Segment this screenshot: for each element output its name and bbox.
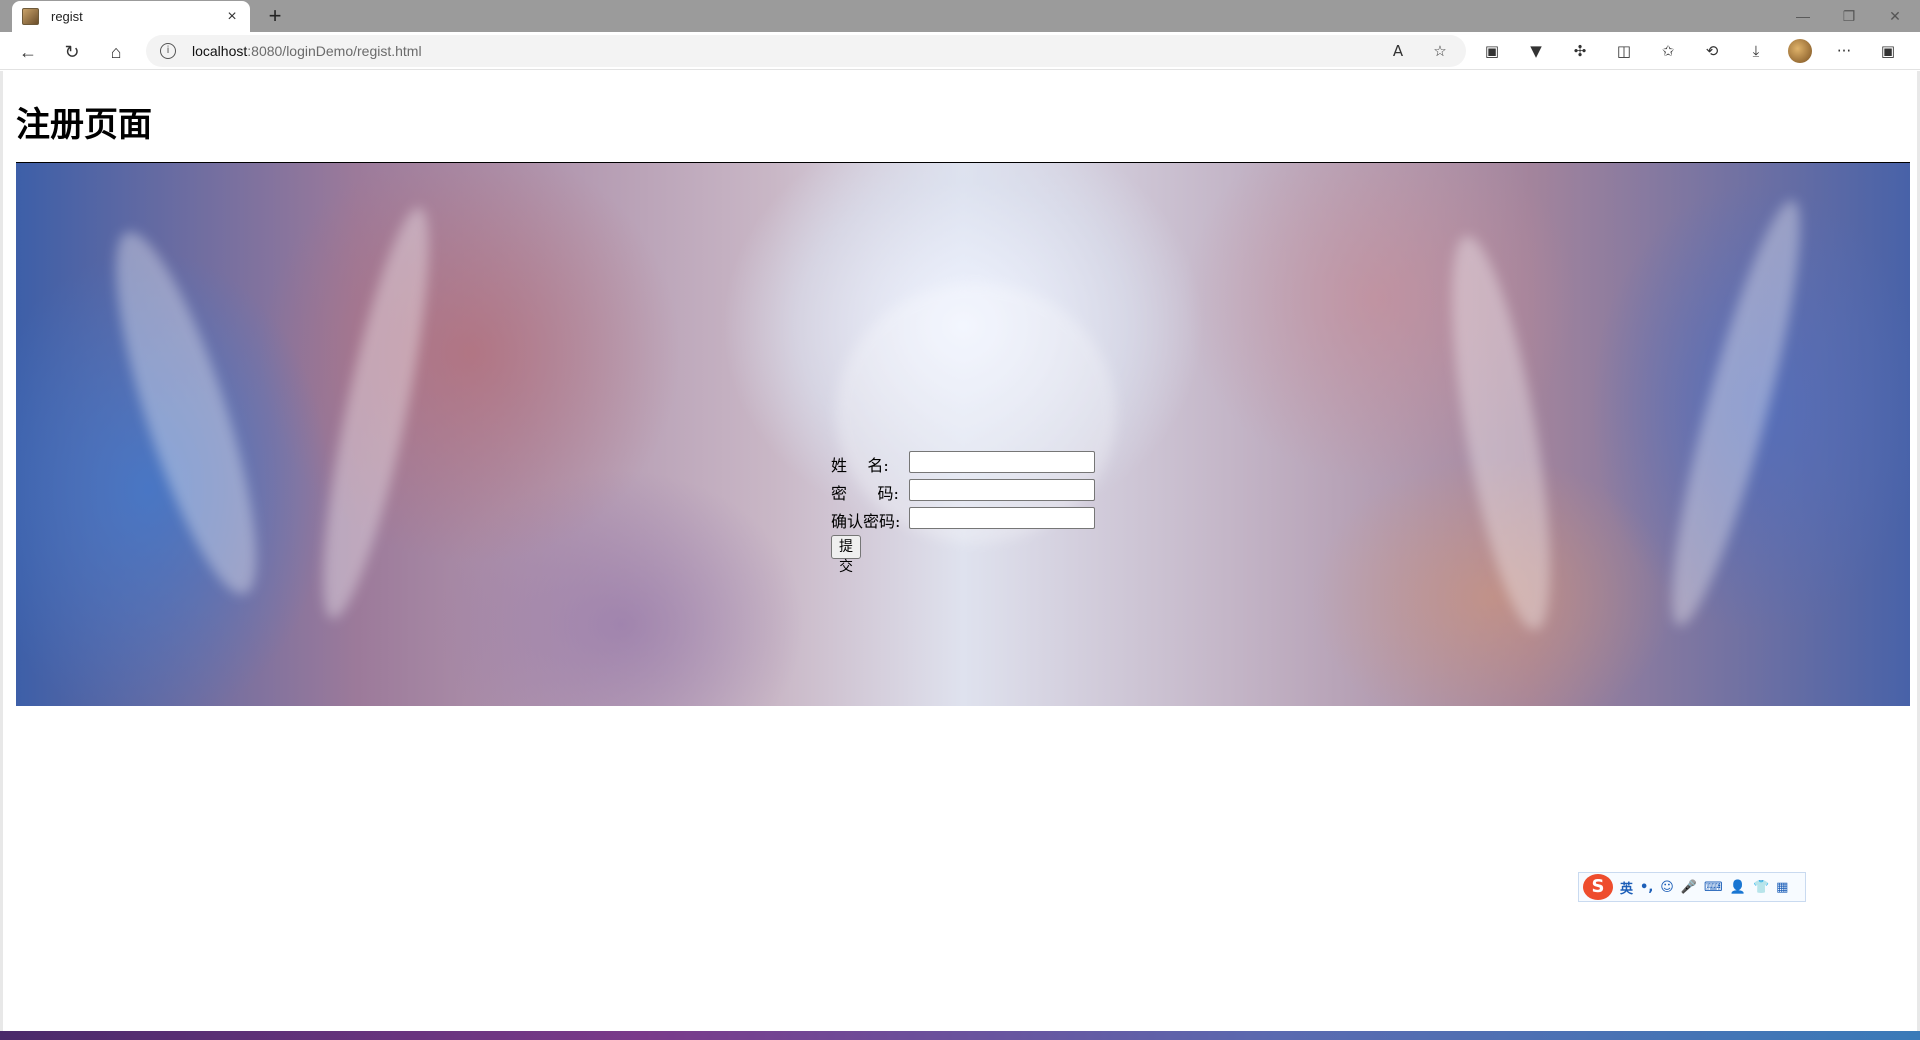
name-label: 姓 名: bbox=[831, 456, 889, 475]
home-button[interactable]: ⌂ bbox=[102, 38, 130, 66]
ime-keyboard-icon[interactable]: ⌨ bbox=[1704, 880, 1723, 895]
url-host: localhost bbox=[192, 43, 248, 59]
ime-skin-icon[interactable]: 👕 bbox=[1753, 880, 1769, 895]
reload-button[interactable]: ↻ bbox=[58, 38, 86, 66]
site-info-icon[interactable]: i bbox=[160, 43, 176, 59]
desktop-strip bbox=[0, 1031, 1920, 1040]
confirm-password-label: 确认密码: bbox=[831, 512, 901, 531]
url-path: :8080/loginDemo/regist.html bbox=[247, 43, 422, 59]
ime-voice-icon[interactable]: 🎤 bbox=[1681, 880, 1697, 895]
history-icon[interactable]: ⟲ bbox=[1700, 39, 1724, 63]
toolbar-actions: ▣ ▼ ✣ ◫ ✩ ⟲ ⤓ ··· ▣ bbox=[1480, 39, 1900, 63]
new-tab-button[interactable]: + bbox=[262, 3, 288, 29]
page-title: 注册页面 bbox=[16, 106, 152, 144]
ime-toolbox-icon[interactable]: ▦ bbox=[1776, 880, 1788, 895]
extension-icon[interactable]: ▣ bbox=[1480, 39, 1504, 63]
close-tab-icon[interactable]: × bbox=[224, 8, 240, 26]
password-label: 密 码: bbox=[831, 484, 899, 503]
tab-bar: regist × + — ❐ ✕ bbox=[0, 0, 1920, 32]
browser-toolbar: ← ↻ ⌂ i localhost:8080/loginDemo/regist.… bbox=[0, 32, 1920, 70]
more-menu-icon[interactable]: ··· bbox=[1832, 39, 1856, 63]
name-input[interactable] bbox=[909, 451, 1095, 473]
minimize-button[interactable]: — bbox=[1780, 0, 1826, 32]
extensions-puzzle-icon[interactable]: ✣ bbox=[1568, 39, 1592, 63]
favorites-icon[interactable]: ✩ bbox=[1656, 39, 1680, 63]
ime-toolbar: S 英 •, ☺ 🎤 ⌨ 👤 👕 ▦ bbox=[1578, 872, 1806, 902]
ime-punctuation-icon[interactable]: •, bbox=[1640, 880, 1653, 895]
address-bar[interactable]: i localhost:8080/loginDemo/regist.html A… bbox=[146, 35, 1466, 67]
sidebar-toggle-icon[interactable]: ▣ bbox=[1876, 39, 1900, 63]
ime-language-toggle[interactable]: 英 bbox=[1620, 878, 1633, 897]
sogou-logo-icon[interactable]: S bbox=[1583, 874, 1613, 900]
profile-avatar[interactable] bbox=[1788, 39, 1812, 63]
nebula-background-image bbox=[16, 163, 1910, 706]
restore-button[interactable]: ❐ bbox=[1826, 0, 1872, 32]
password-input[interactable] bbox=[909, 479, 1095, 501]
read-aloud-icon[interactable]: A bbox=[1386, 39, 1410, 63]
ime-user-icon[interactable]: 👤 bbox=[1730, 880, 1746, 895]
back-button[interactable]: ← bbox=[14, 38, 42, 66]
close-window-button[interactable]: ✕ bbox=[1872, 0, 1918, 32]
browser-tab[interactable]: regist × bbox=[12, 1, 250, 32]
tab-title: regist bbox=[51, 9, 83, 24]
submit-button[interactable]: 提交 bbox=[831, 535, 861, 575]
page-favicon-icon bbox=[22, 8, 39, 25]
confirm-password-input[interactable] bbox=[909, 507, 1095, 529]
split-screen-icon[interactable]: ◫ bbox=[1612, 39, 1636, 63]
downloads-icon[interactable]: ⤓ bbox=[1744, 39, 1768, 63]
ime-emoji-icon[interactable]: ☺ bbox=[1660, 880, 1674, 895]
favorite-star-icon[interactable]: ☆ bbox=[1428, 39, 1452, 63]
vue-devtools-icon[interactable]: ▼ bbox=[1524, 39, 1548, 63]
